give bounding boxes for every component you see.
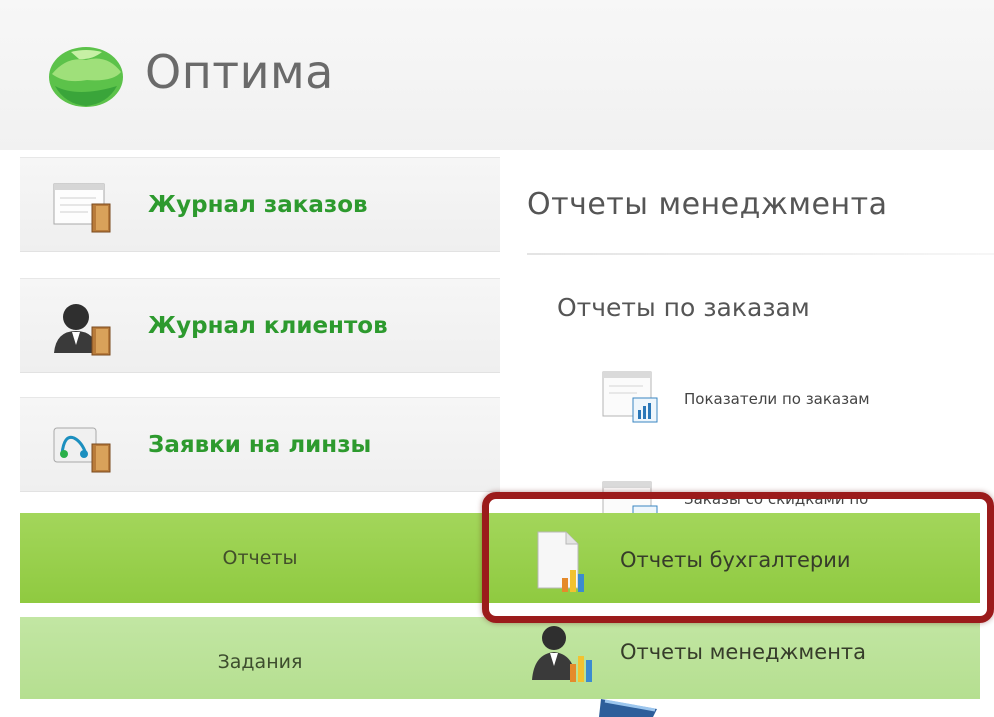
partial-icon xyxy=(597,697,663,717)
app-title: Оптима xyxy=(145,45,334,99)
user-book-icon xyxy=(54,304,111,356)
submenu-item-management-reports[interactable]: Отчеты менеджмента xyxy=(528,624,968,684)
logo-icon xyxy=(49,47,123,107)
sidebar-item-clients-journal[interactable]: Журнал клиентов xyxy=(20,278,500,373)
document-book-icon xyxy=(53,183,111,233)
sidebar-item-tasks[interactable]: Задания xyxy=(20,617,500,707)
sidebar-item-label: Заявки на линзы xyxy=(148,432,372,458)
app-header: Оптима xyxy=(0,0,994,150)
lens-book-icon xyxy=(53,427,111,473)
submenu-item-label: Отчеты менеджмента xyxy=(620,640,867,664)
manager-chart-icon xyxy=(532,626,592,682)
sidebar-item-reports[interactable]: Отчеты xyxy=(20,513,500,603)
highlight-frame xyxy=(482,492,994,623)
content-title: Отчеты менеджмента xyxy=(527,187,888,222)
report-label: Показатели по заказам xyxy=(684,390,870,408)
section-title: Отчеты по заказам xyxy=(557,293,810,322)
sidebar-item-label: Журнал заказов xyxy=(148,192,368,218)
report-chart-icon xyxy=(602,371,658,423)
sidebar-item-lens-requests[interactable]: Заявки на линзы xyxy=(20,397,500,492)
sidebar-item-orders-journal[interactable]: Журнал заказов xyxy=(20,157,500,252)
divider xyxy=(527,253,994,255)
sidebar-item-label: Журнал клиентов xyxy=(148,313,388,339)
